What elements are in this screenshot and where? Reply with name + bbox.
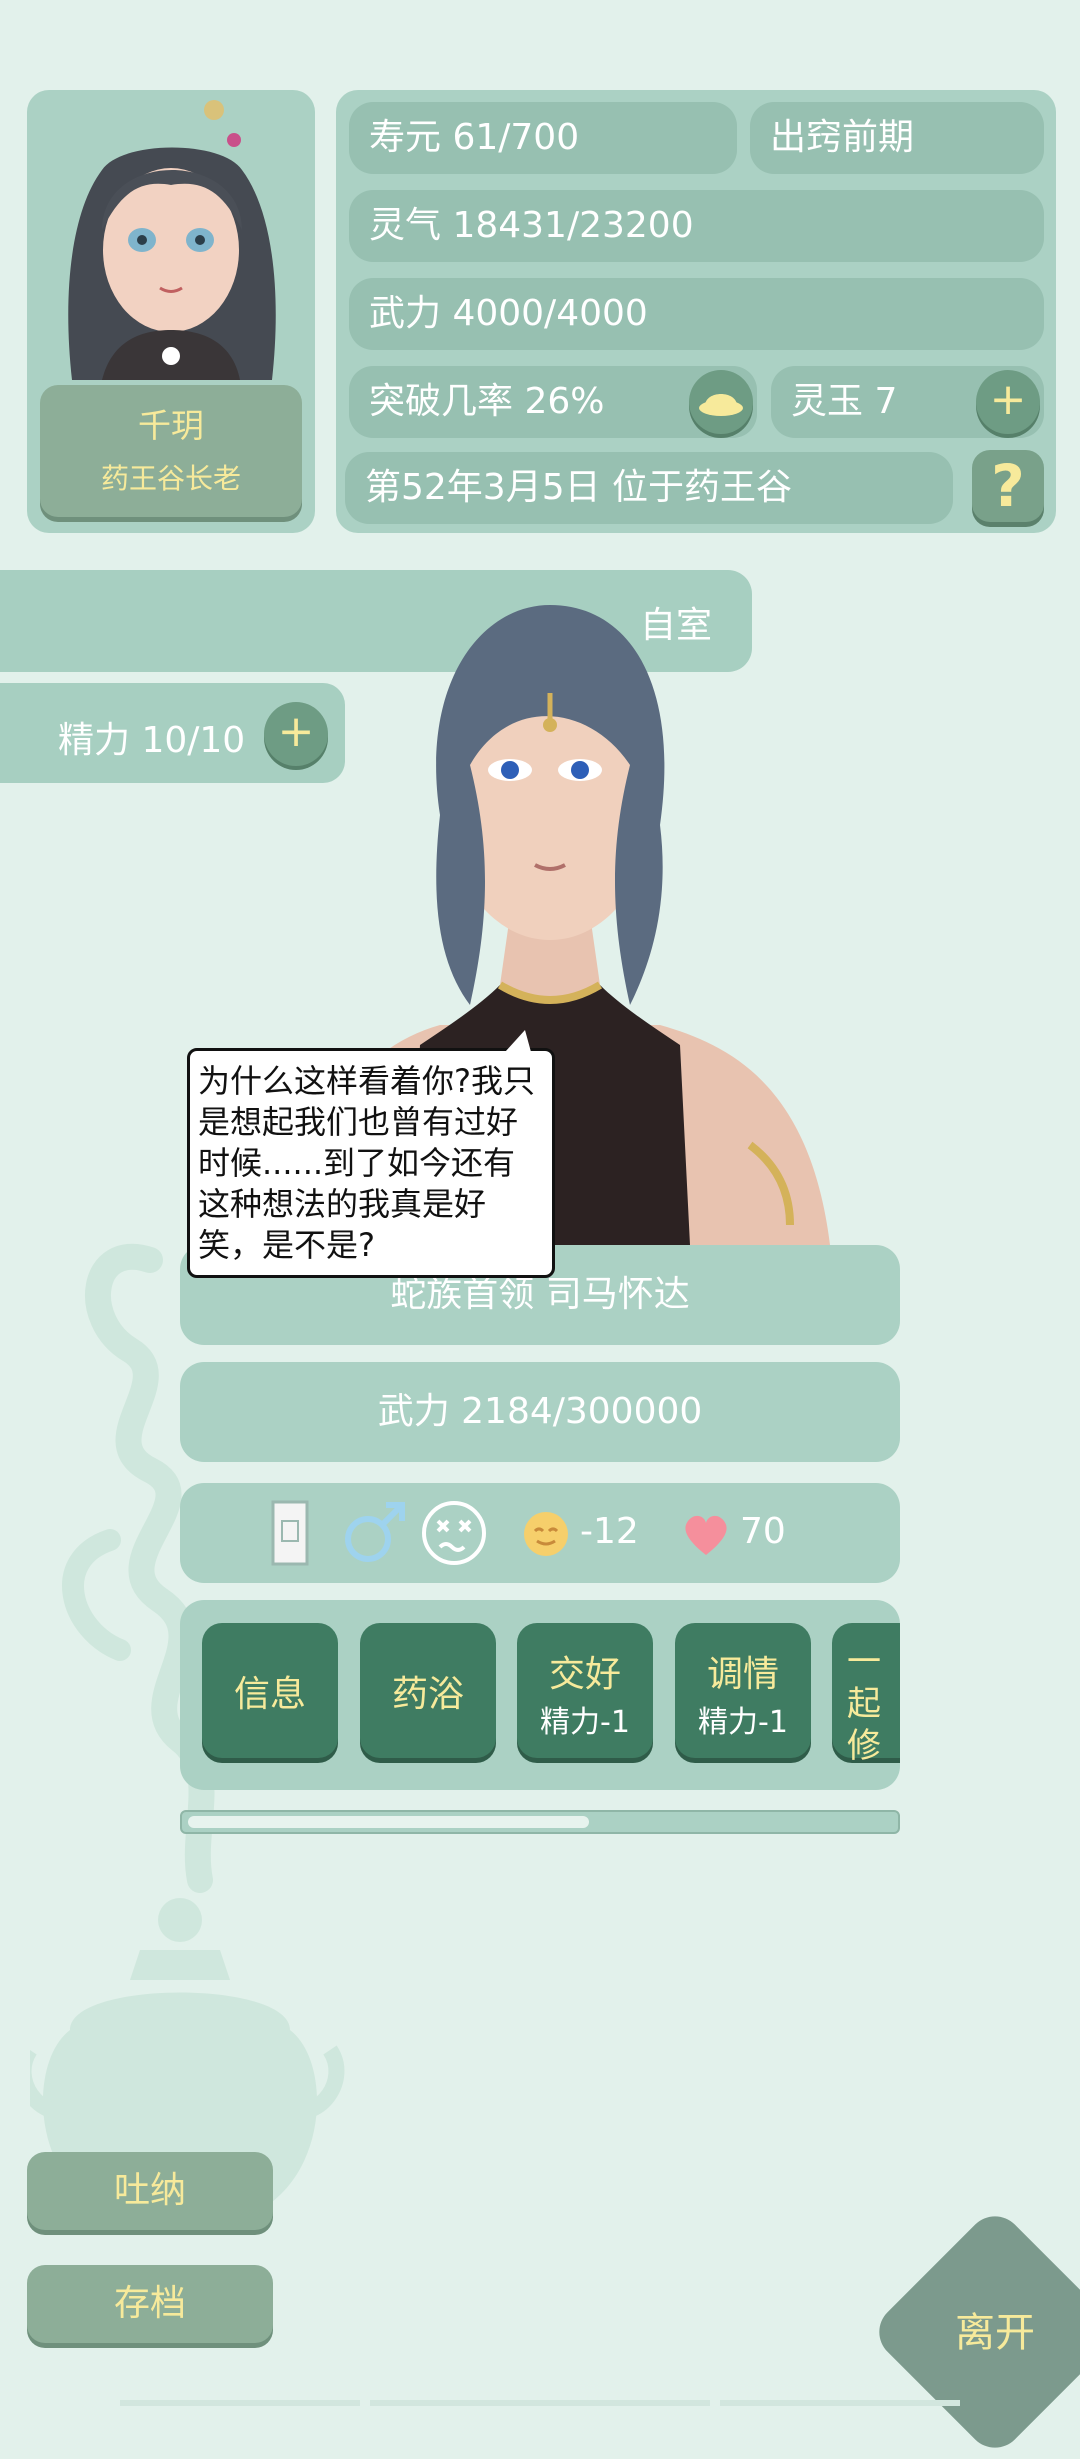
npc-power-card: 武力 2184/300000	[180, 1362, 900, 1462]
mood-face-icon	[524, 1512, 568, 1556]
npc-speech-bubble: 为什么这样看着你?我只是想起我们也曾有过好时候......到了如今还有这种想法的…	[187, 1048, 555, 1278]
help-button[interactable]: ?	[972, 450, 1044, 522]
breathe-button[interactable]: 吐纳	[27, 2152, 273, 2230]
action-label: 交好	[548, 1654, 621, 1695]
talisman-icon[interactable]	[270, 1499, 310, 1567]
action-label: 调情	[706, 1654, 779, 1695]
action-bath-button[interactable]: 药浴	[360, 1623, 496, 1758]
action-label: 药浴	[391, 1674, 464, 1715]
save-button[interactable]: 存档	[27, 2265, 273, 2343]
action-info-button[interactable]: 信息	[202, 1623, 338, 1758]
breakthrough-icon	[699, 394, 743, 416]
plus-icon: +	[989, 374, 1027, 425]
npc-name: 蛇族首领 司马怀达	[390, 1274, 690, 1315]
bottom-divider	[120, 2400, 960, 2406]
action-label: 一起修	[847, 1642, 881, 1766]
add-stamina-button[interactable]: +	[264, 702, 328, 766]
power-stat: 武力 4000/4000	[349, 278, 1044, 350]
action-cost: 精力-1	[698, 1705, 788, 1740]
npc-status-icons: -12 70	[180, 1483, 900, 1583]
male-icon[interactable]	[340, 1499, 408, 1567]
realm-stat: 出窍前期	[750, 102, 1044, 174]
date-location: 第52年3月5日 位于药王谷	[345, 452, 953, 524]
action-cost: 精力-1	[540, 1705, 630, 1740]
plus-icon: +	[277, 706, 315, 757]
add-jade-button[interactable]: +	[976, 370, 1040, 434]
npc-power: 武力 2184/300000	[377, 1391, 703, 1432]
lifespan-stat: 寿元 61/700	[349, 102, 737, 174]
action-label: 信息	[233, 1674, 306, 1715]
breakthrough-button[interactable]	[689, 370, 753, 434]
stamina-label: 精力 10/10	[58, 720, 246, 761]
player-name: 千玥	[138, 406, 204, 445]
heart-icon	[685, 1515, 727, 1555]
mood-value: -12	[580, 1511, 639, 1552]
npc-action-bar: 信息 药浴 交好 精力-1 调情 精力-1 一起修	[180, 1600, 900, 1790]
action-flirt-button[interactable]: 调情 精力-1	[675, 1623, 811, 1758]
action-befriend-button[interactable]: 交好 精力-1	[517, 1623, 653, 1758]
leave-label[interactable]: 离开	[930, 2300, 1060, 2358]
spirit-stat: 灵气 18431/23200	[349, 190, 1044, 262]
affection-value: 70	[740, 1511, 786, 1552]
breakthrough-label: 突破几率 26%	[369, 381, 605, 422]
jade-label: 灵玉 7	[791, 381, 898, 422]
speech-bubble-tail	[505, 1030, 531, 1052]
action-scrollbar[interactable]	[180, 1810, 900, 1834]
dizzy-face-icon[interactable]	[420, 1499, 488, 1567]
player-title: 药王谷长老	[100, 462, 241, 495]
scrollbar-thumb[interactable]	[188, 1816, 589, 1828]
help-icon: ?	[991, 452, 1025, 520]
player-portrait	[68, 100, 276, 380]
action-cultivate-button[interactable]: 一起修	[832, 1623, 900, 1766]
player-name-plate[interactable]: 千玥 药王谷长老	[40, 385, 302, 517]
